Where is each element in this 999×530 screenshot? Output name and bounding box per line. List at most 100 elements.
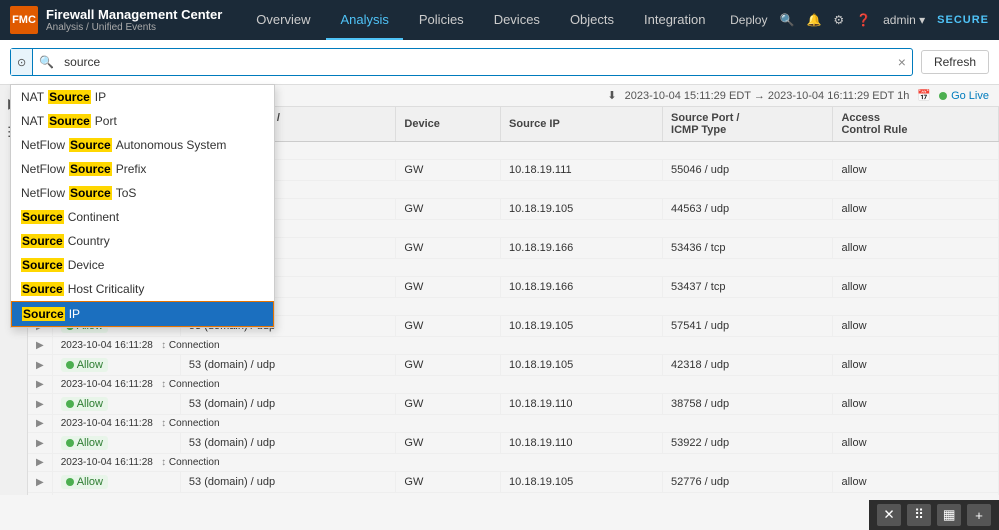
row-expander[interactable]: ▶ xyxy=(28,472,52,493)
dropdown-item-source-host-criticality[interactable]: Source Host Criticality xyxy=(11,277,274,301)
dropdown-item-source-device[interactable]: Source Device xyxy=(11,253,274,277)
row-expander[interactable]: ▶ xyxy=(28,394,52,415)
row-acr: allow xyxy=(833,316,999,337)
bottom-toolbar: ✕ ⠿ ▦ + xyxy=(869,500,999,530)
table-row: ▶ Allow 53 (domain) / udp GW 10.18.19.10… xyxy=(28,472,999,493)
row-source-port: 42318 / udp xyxy=(663,355,833,376)
row-device: GW xyxy=(396,355,501,376)
row-acr: allow xyxy=(833,394,999,415)
logo-area: FMC Firewall Management Center Analysis … xyxy=(10,6,222,34)
dropdown-item-nat-source-port[interactable]: NAT Source Port xyxy=(11,109,274,133)
allow-icon xyxy=(66,478,74,486)
col-source-ip[interactable]: Source IP xyxy=(501,107,663,142)
deploy-button[interactable]: Deploy xyxy=(730,13,767,27)
row-device: GW xyxy=(396,277,501,298)
dropdown-item-netflow-source-tos[interactable]: NetFlow Source ToS xyxy=(11,181,274,205)
row-source-port: 53436 / tcp xyxy=(663,238,833,259)
clear-search-button[interactable]: × xyxy=(892,54,912,70)
row-expander[interactable]: ▶ xyxy=(28,433,52,454)
row-acr: allow xyxy=(833,472,999,493)
row-device: GW xyxy=(396,199,501,220)
tab-policies[interactable]: Policies xyxy=(405,0,478,40)
tab-integration[interactable]: Integration xyxy=(630,0,719,40)
row-device: GW xyxy=(396,472,501,493)
row-acr: allow xyxy=(833,238,999,259)
row-action: Allow xyxy=(52,433,180,454)
row-device: GW xyxy=(396,433,501,454)
help-icon[interactable]: ❓ xyxy=(856,13,871,27)
row-source-ip: 10.18.19.110 xyxy=(501,394,663,415)
search-dropdown: NAT Source IP NAT Source Port NetFlow So… xyxy=(10,84,275,328)
row-expander[interactable]: ▶ xyxy=(28,355,52,376)
tab-objects[interactable]: Objects xyxy=(556,0,628,40)
alert-icon[interactable]: 🔔 xyxy=(806,13,821,27)
row-source-ip: 10.18.19.110 xyxy=(501,433,663,454)
time-expander[interactable]: ▶ xyxy=(28,415,52,433)
dropdown-item-source-ip[interactable]: Source IP xyxy=(11,301,274,327)
live-dot xyxy=(939,92,947,100)
row-source-ip: 10.18.19.105 xyxy=(501,472,663,493)
row-source-ip: 10.18.19.105 xyxy=(501,316,663,337)
go-live-button[interactable]: Go Live xyxy=(939,90,989,102)
tab-analysis[interactable]: Analysis xyxy=(326,0,402,40)
table-time-row: ▶ 2023-10-04 16:11:28 ↕ Connection xyxy=(28,454,999,472)
table-time-row: ▶ 2023-10-04 16:11:28 ↕ Connection xyxy=(28,337,999,355)
table-row: ▶ Allow 53 (domain) / udp GW 10.18.19.11… xyxy=(28,394,999,415)
row-timestamp: 2023-10-04 16:11:28 ↕ Connection xyxy=(52,415,998,433)
row-dest-port: 53 (domain) / udp xyxy=(180,355,395,376)
refresh-button[interactable]: Refresh xyxy=(921,50,989,74)
search-icon: 🔍 xyxy=(33,55,60,69)
tab-devices[interactable]: Devices xyxy=(480,0,554,40)
bottom-grid-button[interactable]: ⠿ xyxy=(907,504,931,526)
row-action: Allow xyxy=(52,394,180,415)
dropdown-item-source-continent[interactable]: Source Continent xyxy=(11,205,274,229)
row-source-port: 53437 / tcp xyxy=(663,277,833,298)
table-time-row: ▶ 2023-10-04 16:11:28 ↕ Connection xyxy=(28,415,999,433)
nav-tabs: Overview Analysis Policies Devices Objec… xyxy=(242,0,730,40)
search-nav-icon[interactable]: 🔍 xyxy=(779,13,794,27)
row-device: GW xyxy=(396,238,501,259)
row-source-port: 38758 / udp xyxy=(663,394,833,415)
row-source-ip: 10.18.19.105 xyxy=(501,199,663,220)
time-expander[interactable]: ▶ xyxy=(28,376,52,394)
row-source-ip: 10.18.19.111 xyxy=(501,160,663,181)
search-row: ⊙ 🔍 × Refresh NAT Source IP NAT Source P… xyxy=(0,40,999,85)
row-acr: allow xyxy=(833,160,999,181)
table-time-row: ▶ 2023-10-04 16:11:28 ↕ Connection xyxy=(28,376,999,394)
row-acr: allow xyxy=(833,277,999,298)
search-mode-icon: ⊙ xyxy=(17,56,26,69)
allow-icon xyxy=(66,400,74,408)
search-input[interactable] xyxy=(60,55,892,69)
calendar-icon[interactable]: 📅 xyxy=(917,89,931,102)
table-row: ▶ Allow 53 (domain) / udp GW 10.18.19.11… xyxy=(28,433,999,454)
gear-icon[interactable]: ⚙ xyxy=(833,13,844,27)
row-device: GW xyxy=(396,316,501,337)
row-source-ip: 10.18.19.105 xyxy=(501,355,663,376)
time-expander[interactable]: ▶ xyxy=(28,454,52,472)
table-time-row: ▶ 2023-10-04 16:11:28 ↕ Connection xyxy=(28,493,999,496)
row-timestamp: 2023-10-04 16:11:28 ↕ Connection xyxy=(52,337,998,355)
time-expander[interactable]: ▶ xyxy=(28,493,52,496)
row-source-port: 55046 / udp xyxy=(663,160,833,181)
admin-menu[interactable]: admin ▾ xyxy=(883,13,925,27)
table-row: ▶ Allow 53 (domain) / udp GW 10.18.19.10… xyxy=(28,355,999,376)
bottom-add-button[interactable]: + xyxy=(967,504,991,526)
dropdown-item-nat-source-ip[interactable]: NAT Source IP xyxy=(11,85,274,109)
row-source-ip: 10.18.19.166 xyxy=(501,238,663,259)
tab-overview[interactable]: Overview xyxy=(242,0,324,40)
col-acr[interactable]: AccessControl Rule xyxy=(833,107,999,142)
dropdown-item-netflow-source-as[interactable]: NetFlow Source Autonomous System xyxy=(11,133,274,157)
bottom-close-button[interactable]: ✕ xyxy=(877,504,901,526)
time-expander[interactable]: ▶ xyxy=(28,337,52,355)
row-timestamp: 2023-10-04 16:11:28 ↕ Connection xyxy=(52,493,998,496)
col-device[interactable]: Device xyxy=(396,107,501,142)
row-dest-port: 53 (domain) / udp xyxy=(180,472,395,493)
dropdown-item-source-country[interactable]: Source Country xyxy=(11,229,274,253)
time-range: 2023-10-04 15:11:29 EDT → 2023-10-04 16:… xyxy=(625,90,910,102)
dropdown-item-netflow-source-prefix[interactable]: NetFlow Source Prefix xyxy=(11,157,274,181)
download-icon[interactable]: ⬇ xyxy=(607,89,616,102)
col-source-port[interactable]: Source Port /ICMP Type xyxy=(663,107,833,142)
bottom-layout-button[interactable]: ▦ xyxy=(937,504,961,526)
row-source-port: 53922 / udp xyxy=(663,433,833,454)
row-device: GW xyxy=(396,160,501,181)
